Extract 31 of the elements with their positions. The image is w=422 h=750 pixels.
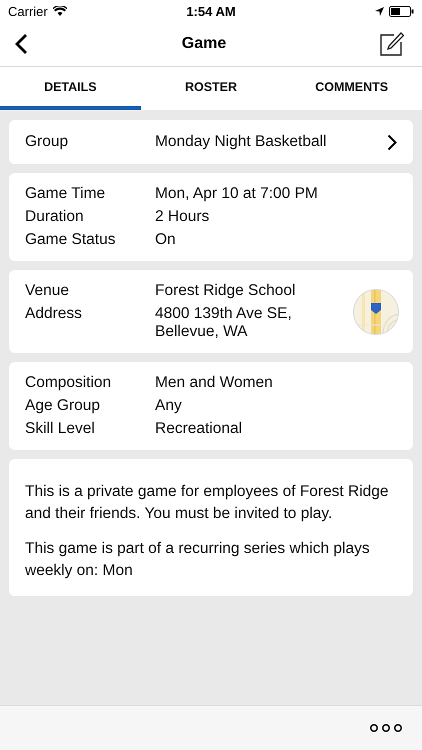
field-label: Skill Level — [25, 420, 96, 438]
field-value: On — [155, 231, 177, 249]
field-value: Mon, Apr 10 at 7:00 PM — [155, 185, 319, 203]
field-label: Composition — [25, 374, 112, 392]
status-time: 1:54 AM — [186, 4, 236, 18]
field-value: Forest Ridge School — [155, 282, 296, 300]
field-label: Game Status — [25, 231, 116, 249]
edit-icon[interactable] — [380, 32, 404, 56]
wifi-icon — [52, 6, 67, 16]
field-label: Address — [25, 305, 83, 324]
group-card[interactable]: Group Monday Night Basketball — [9, 120, 413, 164]
chevron-icon — [387, 134, 397, 150]
field-label: Game Time — [25, 185, 106, 203]
location-icon — [375, 6, 384, 16]
description-text: This is a private game for employees of Forest Ridge and their friends. You must be invited to play. — [25, 482, 390, 524]
field-label: Duration — [25, 208, 85, 226]
more-icon[interactable] — [370, 723, 402, 733]
field-value: Monday Night Basketball — [155, 133, 328, 151]
field-value: Recreational — [155, 420, 244, 438]
carrier-label: Carrier — [8, 4, 48, 18]
field-value: Any — [155, 397, 183, 415]
back-icon[interactable] — [14, 33, 28, 55]
battery-icon — [389, 6, 414, 16]
field-label: Group — [25, 133, 70, 151]
field-label: Venue — [25, 282, 70, 300]
screen-title: Game — [182, 35, 226, 53]
field-label: Age Group — [25, 397, 101, 415]
description-text: This game is part of a recurring series which plays weekly on: Mon — [25, 539, 371, 582]
field-value: Men and Women — [155, 374, 274, 392]
field-value: 4800 139th Ave SE, Bellevue, WA — [155, 305, 293, 341]
field-value: 2 Hours — [155, 208, 210, 226]
